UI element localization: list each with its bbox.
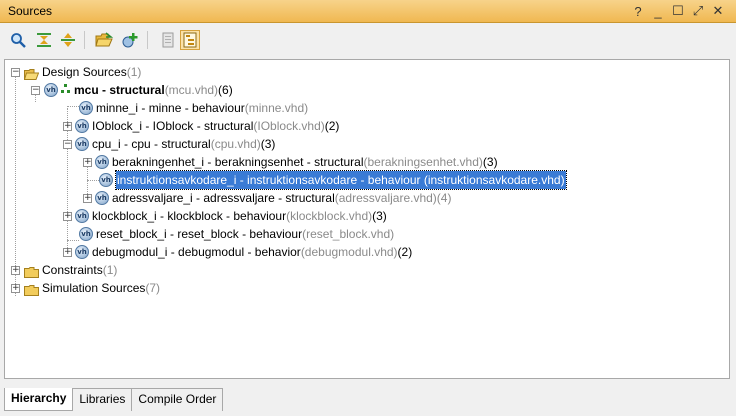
- help-icon[interactable]: ?: [628, 2, 648, 20]
- minimize-icon[interactable]: _: [648, 2, 668, 20]
- tree-item-label: debugmodul_i - debugmodul - behavior: [92, 245, 301, 259]
- vhdl-file-icon: vh: [79, 227, 93, 241]
- item-count: (1): [102, 263, 118, 277]
- tree-item-label: Constraints: [42, 263, 103, 277]
- item-count: (1): [126, 65, 142, 79]
- float-icon[interactable]: ⤢: [688, 2, 708, 20]
- window-controls: ? _ ☐ ⤢ ✕: [628, 2, 728, 20]
- close-icon[interactable]: ✕: [708, 2, 728, 20]
- tree-item-label: minne_i - minne - behaviour: [96, 101, 245, 115]
- vhdl-file-icon: vh: [95, 191, 109, 205]
- file-name: (IOblock.vhd): [253, 119, 325, 133]
- tree-item-reset-block[interactable]: vh reset_block_i - reset_block - behavio…: [79, 225, 394, 243]
- expand-toggle[interactable]: +: [11, 265, 20, 275]
- tree-item-adressvaljare[interactable]: + vh adressvaljare_i - adressvaljare - s…: [83, 189, 451, 207]
- tab-compile-order[interactable]: Compile Order: [132, 389, 224, 411]
- expand-toggle[interactable]: +: [83, 193, 92, 203]
- file-name: (berakningsenhet.vhd): [363, 155, 483, 169]
- file-name: (reset_block.vhd): [302, 227, 395, 241]
- vhdl-file-icon: vh: [44, 83, 58, 97]
- panel-title-bar: Sources ? _ ☐ ⤢ ✕: [0, 0, 736, 23]
- folder-icon: [24, 283, 39, 296]
- item-count: (3): [372, 209, 387, 223]
- hierarchy-tree: − Design Sources (1) − vh mcu - structur…: [4, 59, 730, 379]
- tree-item-label: mcu - structural: [74, 83, 165, 97]
- tree-connector: [67, 106, 79, 107]
- file-name: (cpu.vhd): [210, 137, 261, 151]
- tab-hierarchy[interactable]: Hierarchy: [4, 388, 74, 411]
- tree-item-label: berakningenhet_i - berakningsenhet - str…: [112, 155, 364, 169]
- vhdl-file-icon: vh: [75, 209, 89, 223]
- expand-toggle[interactable]: +: [63, 247, 72, 257]
- tree-item-label: IOblock_i - IOblock - structural: [92, 119, 254, 133]
- view-tabs: Hierarchy Libraries Compile Order: [4, 388, 224, 411]
- vhdl-file-icon: vh: [75, 245, 89, 259]
- search-icon[interactable]: [8, 30, 28, 50]
- tree-item-label: instruktionsavkodare_i - instruktionsavk…: [117, 173, 421, 187]
- tree-item-cpu[interactable]: − vh cpu_i - cpu - structural (cpu.vhd) …: [63, 135, 275, 153]
- tree-item-design-sources[interactable]: − Design Sources (1): [11, 63, 141, 81]
- tree-item-instruktionsavkodare[interactable]: vh instruktionsavkodare_i - instruktions…: [99, 170, 567, 190]
- folder-icon: [24, 265, 39, 278]
- tree-item-label: Design Sources: [42, 65, 127, 79]
- tree-item-ioblock[interactable]: + vh IOblock_i - IOblock - structural (I…: [63, 117, 339, 135]
- file-name: (klockblock.vhd): [286, 209, 373, 223]
- expand-toggle[interactable]: +: [63, 121, 72, 131]
- tree-item-constraints[interactable]: + Constraints (1): [11, 261, 117, 279]
- expand-all-icon[interactable]: [58, 30, 78, 50]
- selected-item-text: instruktionsavkodare_i - instruktionsavk…: [115, 170, 567, 190]
- toolbar-separator: [84, 31, 85, 49]
- item-count: (6): [218, 83, 233, 97]
- tree-item-simulation-sources[interactable]: + Simulation Sources (7): [11, 279, 160, 297]
- open-folder-icon: [23, 67, 40, 80]
- collapse-toggle[interactable]: −: [11, 67, 20, 77]
- panel-title: Sources: [8, 4, 53, 18]
- vhdl-file-icon: vh: [95, 155, 109, 169]
- item-count: (2): [397, 245, 413, 259]
- vhdl-file-icon: vh: [75, 119, 89, 133]
- collapse-all-icon[interactable]: [34, 30, 54, 50]
- expand-toggle[interactable]: +: [83, 157, 92, 167]
- file-name: (minne.vhd): [244, 101, 309, 115]
- file-name: (instruktionsavkodare.vhd): [420, 173, 565, 187]
- item-count: (4): [436, 191, 452, 205]
- file-name: (debugmodul.vhd): [300, 245, 398, 259]
- tree-item-label: reset_block_i - reset_block - behaviour: [96, 227, 303, 241]
- tree-item-label: adressvaljare_i - adressvaljare - struct…: [112, 191, 335, 205]
- item-count: (2): [324, 119, 340, 133]
- tree-item-label: cpu_i - cpu - structural: [92, 137, 211, 151]
- item-count: (3): [260, 137, 276, 151]
- tree-item-label: klockblock_i - klockblock - behaviour: [92, 209, 287, 223]
- tab-libraries[interactable]: Libraries: [73, 389, 133, 411]
- expand-toggle[interactable]: +: [11, 283, 20, 293]
- expand-toggle[interactable]: +: [63, 211, 72, 221]
- item-count: (7): [145, 281, 161, 295]
- collapse-toggle[interactable]: −: [63, 139, 72, 149]
- add-sources-icon[interactable]: [120, 30, 140, 50]
- tree-connector: [67, 240, 79, 241]
- tree-item-berakningenhet[interactable]: + vh berakningenhet_i - berakningsenhet …: [83, 153, 498, 171]
- top-module-icon: [61, 81, 71, 99]
- vhdl-file-icon: vh: [75, 137, 89, 151]
- vhdl-file-icon: vh: [99, 173, 113, 187]
- file-name: (mcu.vhd): [164, 83, 219, 97]
- vhdl-file-icon: vh: [79, 101, 93, 115]
- sources-toolbar: [0, 23, 736, 59]
- tree-item-mcu[interactable]: − vh mcu - structural (mcu.vhd) (6): [31, 81, 233, 99]
- item-count: (3): [482, 155, 498, 169]
- file-name: (adressvaljare.vhd): [334, 191, 437, 205]
- open-folder-icon[interactable]: [94, 30, 114, 50]
- maximize-icon[interactable]: ☐: [668, 2, 688, 20]
- tree-item-label: Simulation Sources: [42, 281, 146, 295]
- properties-icon[interactable]: [158, 30, 178, 50]
- show-hierarchy-icon[interactable]: [180, 30, 200, 50]
- tree-item-klockblock[interactable]: + vh klockblock_i - klockblock - behavio…: [63, 207, 387, 225]
- toolbar-separator: [147, 31, 148, 49]
- collapse-toggle[interactable]: −: [31, 85, 40, 95]
- tree-connector: [87, 180, 99, 181]
- tree-item-minne[interactable]: vh minne_i - minne - behaviour (minne.vh…: [79, 99, 308, 117]
- tree-item-debugmodul[interactable]: + vh debugmodul_i - debugmodul - behavio…: [63, 243, 412, 261]
